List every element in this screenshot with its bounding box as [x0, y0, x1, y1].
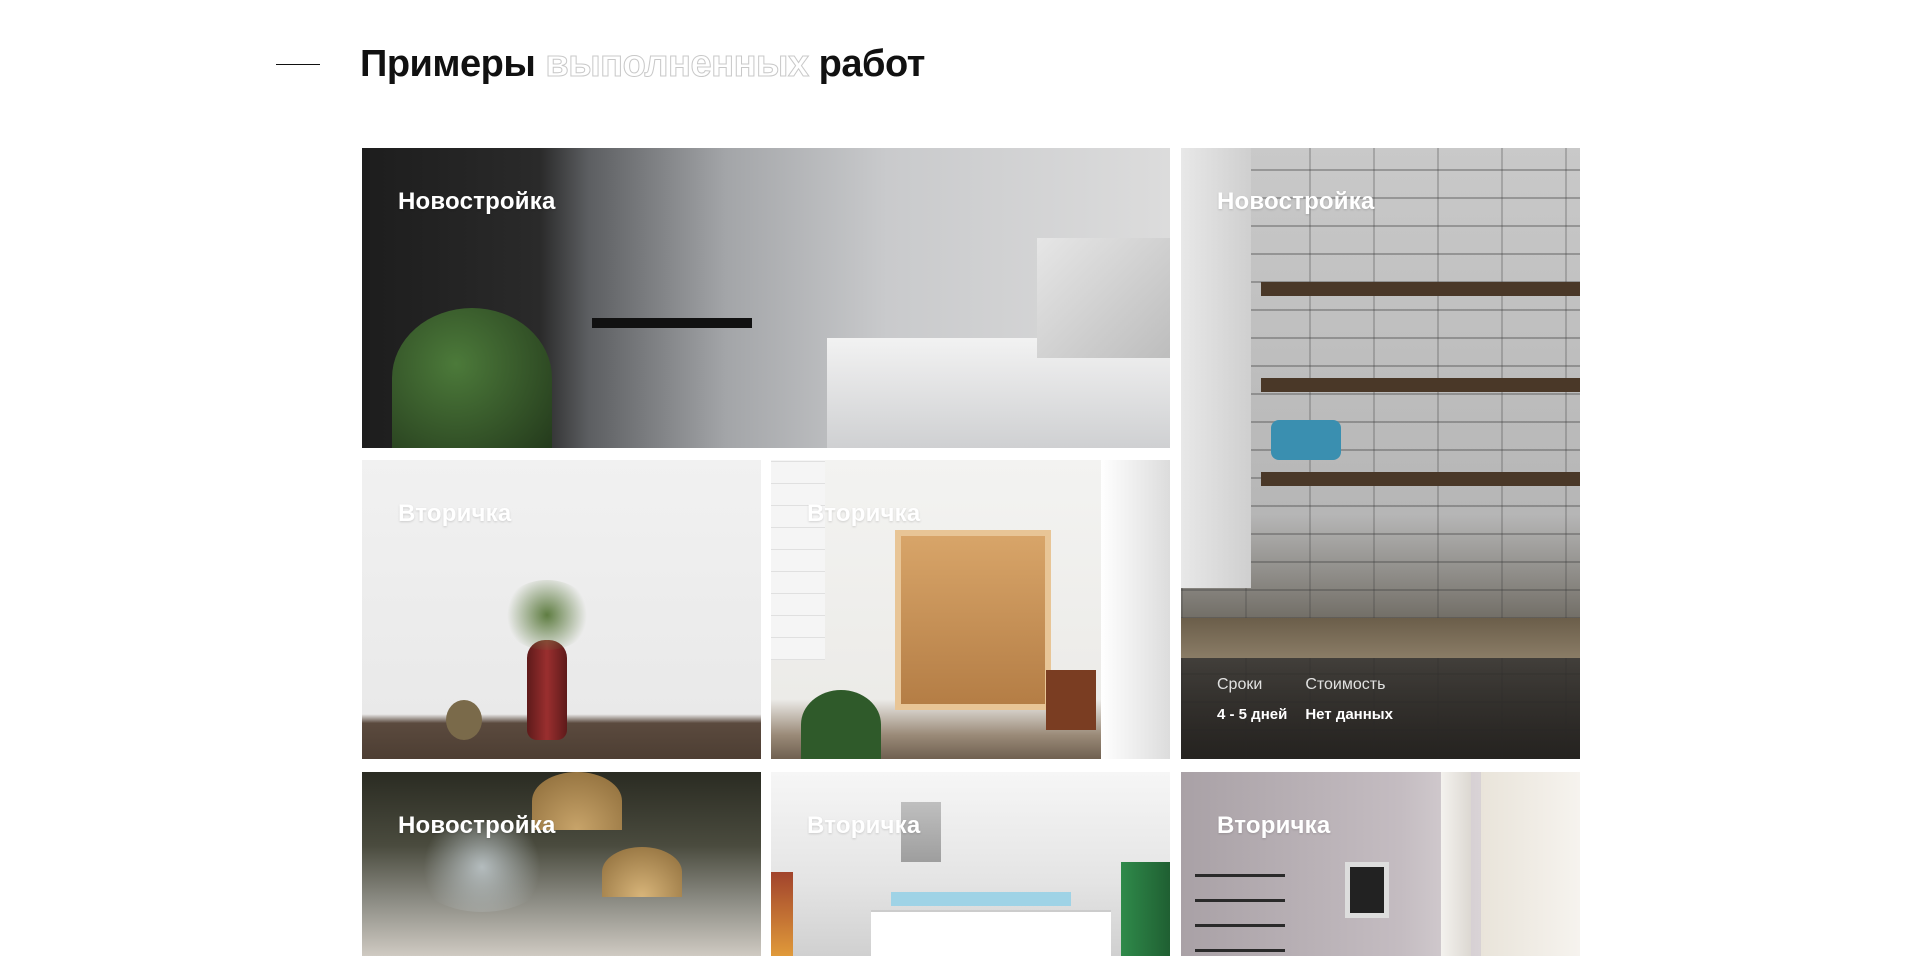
project-type-label: Вторичка — [807, 500, 921, 527]
project-type-label: Вторичка — [398, 500, 512, 527]
project-details: Сроки 4 - 5 дней Стоимость Нет данных — [1217, 676, 1393, 723]
project-card-6[interactable]: Вторичка — [771, 772, 1170, 956]
price-label: Стоимость — [1305, 676, 1386, 693]
project-type-label: Новостройка — [398, 188, 556, 215]
price-value: Нет данных — [1305, 706, 1393, 723]
project-type-label: Вторичка — [1217, 812, 1331, 839]
project-card-7[interactable]: Вторичка — [1181, 772, 1580, 956]
term-label: Сроки — [1217, 676, 1263, 693]
projects-gallery: Новостройка Новостройка Сроки 4 - 5 дней… — [0, 0, 1920, 956]
project-card-4[interactable]: Вторичка — [771, 460, 1170, 759]
project-card-1[interactable]: Новостройка — [362, 148, 1170, 448]
project-type-label: Новостройка — [1217, 188, 1375, 215]
project-type-label: Новостройка — [398, 812, 556, 839]
term-value: 4 - 5 дней — [1217, 706, 1288, 723]
project-card-2[interactable]: Новостройка Сроки 4 - 5 дней Стоимость Н… — [1181, 148, 1580, 759]
project-type-label: Вторичка — [807, 812, 921, 839]
project-card-5[interactable]: Новостройка — [362, 772, 761, 956]
project-card-3[interactable]: Вторичка — [362, 460, 761, 759]
